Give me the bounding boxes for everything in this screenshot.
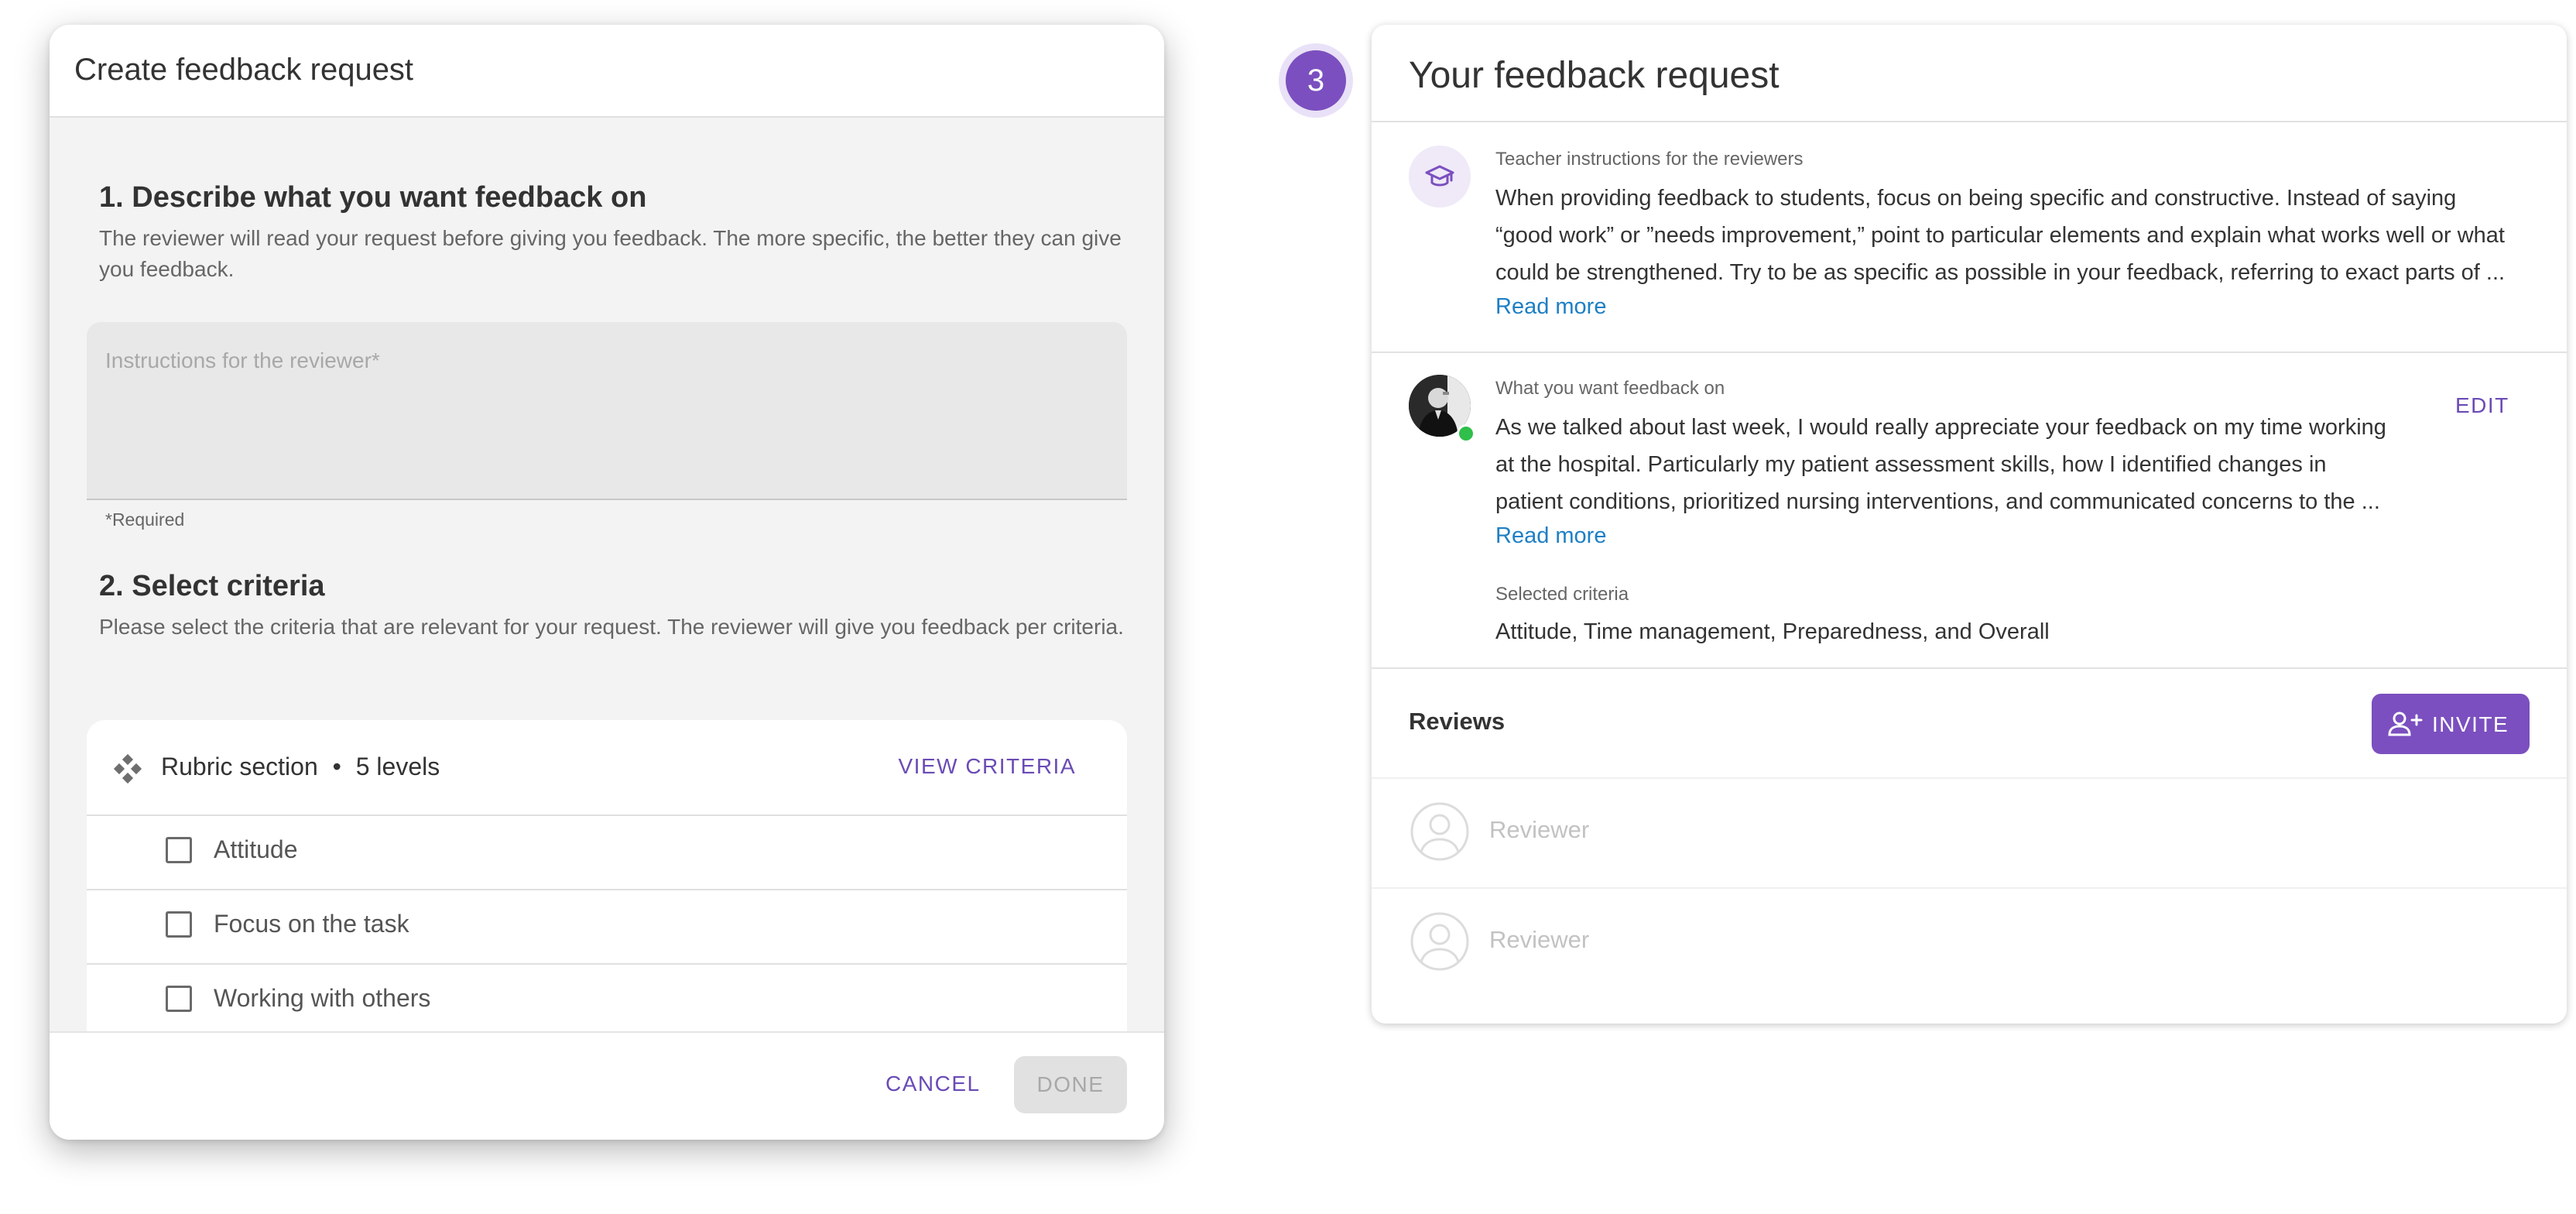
rubric-name: Rubric section [161,753,318,780]
add-person-icon [2388,712,2423,736]
criteria-row-attitude[interactable]: Attitude [87,814,1127,890]
dialog-title: Create feedback request [74,53,414,87]
reviewer-name: Reviewer [1489,926,1590,953]
selected-criteria-label: Selected criteria [1495,584,1629,605]
attitude-checkbox[interactable] [166,837,192,863]
teacher-instructions-text: When providing feedback to students, foc… [1495,180,2522,291]
teacher-avatar [1409,146,1471,207]
rubric-card: Rubric section • 5 levels VIEW CRITERIA … [87,720,1127,1033]
rubric-header: Rubric section • 5 levels VIEW CRITERIA [87,720,1127,816]
required-note: *Required [105,509,185,530]
reviews-title: Reviews [1409,708,1506,735]
divider [1372,121,2567,122]
teacher-line: could be strengthened. Try to be as spec… [1495,260,2506,285]
divider [1372,352,2567,353]
section2-title: 2. Select criteria [99,570,325,602]
instructions-input[interactable]: Instructions for the reviewer* [87,322,1127,500]
rubric-levels: 5 levels [355,753,440,780]
cancel-button[interactable]: CANCEL [886,1072,981,1096]
criteria-label: Focus on the task [214,910,409,938]
criteria-row-working[interactable]: Working with others [87,963,1127,1033]
create-feedback-dialog: Create feedback request 1. Describe what… [50,25,1164,1140]
done-button[interactable]: DONE [1014,1056,1127,1113]
reviewer-avatar-icon [1410,912,1469,971]
request-label: What you want feedback on [1495,378,1725,399]
teacher-line: When providing feedback to students, foc… [1495,186,2457,211]
dialog-footer: CANCEL DONE [50,1031,1164,1140]
request-read-more-link[interactable]: Read more [1495,523,1606,549]
instructions-placeholder: Instructions for the reviewer* [105,348,380,372]
section1-title: 1. Describe what you want feedback on [99,181,647,214]
step-badge: 3 [1286,50,1346,111]
reviewer-avatar-icon [1410,802,1469,861]
working-checkbox[interactable] [166,986,192,1012]
reviewer-name: Reviewer [1489,816,1590,843]
invite-label: INVITE [2432,712,2509,736]
edit-button[interactable]: EDIT [2455,393,2509,418]
view-criteria-button[interactable]: VIEW CRITERIA [898,754,1076,779]
card-title: Your feedback request [1409,55,1780,96]
divider [1372,667,2567,669]
graduation-cap-icon [1425,165,1454,187]
rubric-diamonds-icon [113,754,142,784]
dialog-header: Create feedback request [50,25,1164,118]
invite-button[interactable]: INVITE [2372,694,2530,754]
section2-description: Please select the criteria that are rele… [99,615,1124,639]
criteria-label: Working with others [214,984,431,1012]
request-line: As we talked about last week, I would re… [1495,415,2386,440]
dialog-body[interactable]: 1. Describe what you want feedback on Th… [50,118,1164,1033]
teacher-line: “good work” or ”needs improvement,” poin… [1495,223,2505,248]
section1-description: The reviewer will read your request befo… [99,226,1122,281]
focus-checkbox[interactable] [166,911,192,938]
request-line: patient conditions, prioritized nursing … [1495,489,2380,514]
online-status-dot [1457,424,1475,443]
reviewer-row: Reviewer [1372,887,2567,997]
selected-criteria-value: Attitude, Time management, Preparedness,… [1495,619,2050,644]
teacher-read-more-link[interactable]: Read more [1495,294,1606,320]
criteria-row-focus[interactable]: Focus on the task [87,889,1127,965]
request-line: at the hospital. Particularly my patient… [1495,452,2327,477]
rubric-separator: • [332,753,341,780]
teacher-instructions-label: Teacher instructions for the reviewers [1495,149,1804,170]
reviewer-row: Reviewer [1372,777,2567,887]
feedback-request-card: Your feedback request Teacher instructio… [1372,25,2567,1024]
criteria-label: Attitude [214,835,298,863]
rubric-title: Rubric section • 5 levels [161,753,440,781]
request-text: As we talked about last week, I would re… [1495,409,2393,520]
